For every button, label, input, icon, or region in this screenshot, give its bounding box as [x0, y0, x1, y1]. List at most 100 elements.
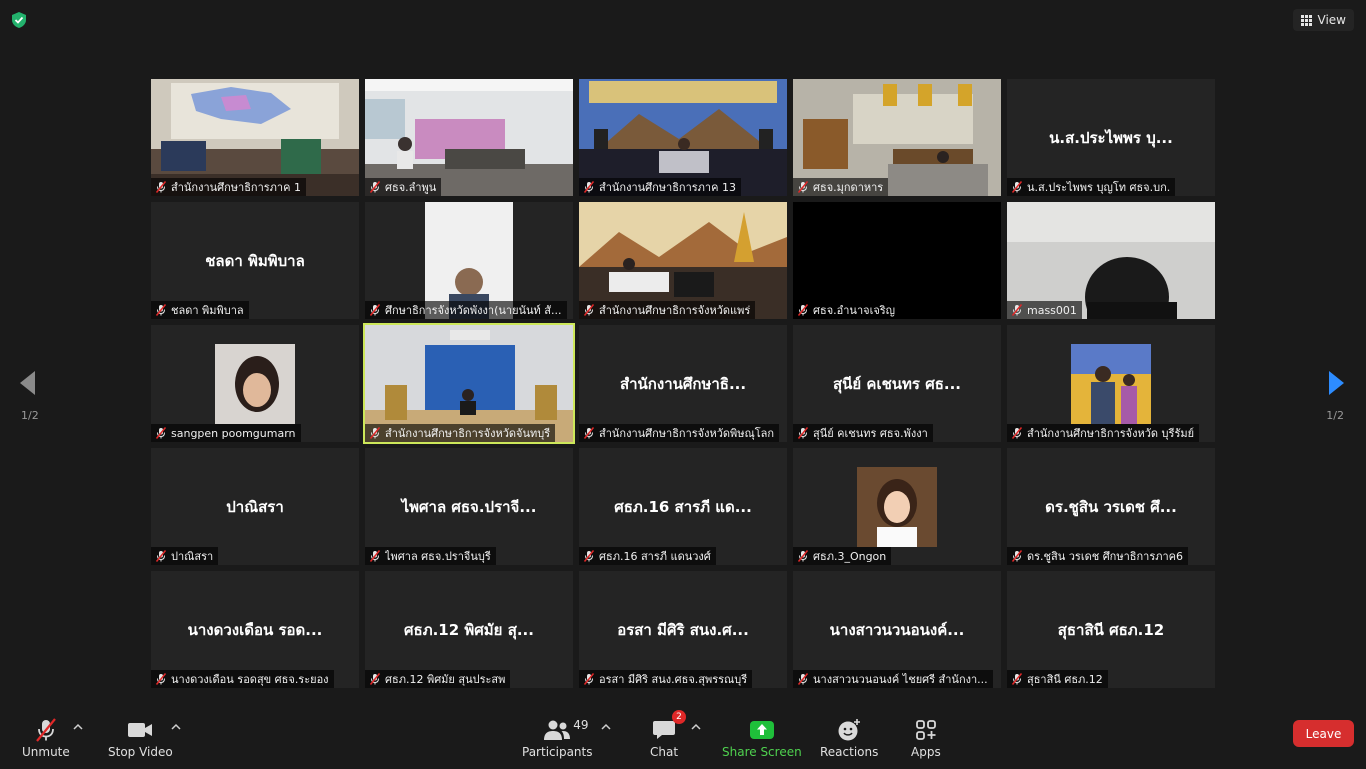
caret-up-icon[interactable] [170, 721, 182, 733]
mic-muted-icon [1011, 550, 1023, 562]
caret-up-icon[interactable] [690, 721, 702, 733]
participant-name-label: ศธภ.16 สารภี แดนวงศ์ [579, 547, 716, 565]
participant-tile[interactable]: ดร.ชูสิน วรเดช ศึ... ดร.ชูสิน วรเดช ศึกษา… [1007, 448, 1215, 565]
participant-name-label: ศธจ.อำนาจเจริญ [793, 301, 901, 319]
caret-up-icon[interactable] [600, 721, 612, 733]
participant-tile[interactable]: นางดวงเดือน รอด... นางดวงเดือน รอดสุข ศธจ… [151, 571, 359, 688]
participant-tile[interactable]: ศึกษาธิการจังหวัดพังงา(นายนันท์ สั... [365, 202, 573, 319]
participant-tile[interactable]: ศธจ.อำนาจเจริญ [793, 202, 1001, 319]
mic-muted-icon [369, 673, 381, 685]
participant-tile[interactable]: sangpen poomgumarn [151, 325, 359, 442]
participant-tile[interactable]: mass001 [1007, 202, 1215, 319]
mic-muted-icon [369, 427, 381, 439]
participant-tile[interactable]: ศธจ.มุกดาหาร [793, 79, 1001, 196]
share-screen-label: Share Screen [722, 745, 802, 759]
participant-name-label: นางดวงเดือน รอดสุข ศธจ.ระยอง [151, 670, 334, 688]
chat-button[interactable]: 2 Chat [650, 710, 687, 759]
mic-muted-icon [1011, 673, 1023, 685]
participant-display-name: ปาณิสรา [226, 497, 284, 516]
participant-name-label: ไพศาล ศธจ.ปราจีนบุรี [365, 547, 496, 565]
caret-up-icon[interactable] [72, 721, 84, 733]
participant-name: สำนักงานศึกษาธิการภาค 13 [599, 181, 736, 194]
participant-name-label: ศธจ.ลำพูน [365, 178, 442, 196]
chevron-left-icon[interactable] [16, 368, 46, 398]
participant-name: สุธาสินี ศธภ.12 [1027, 673, 1103, 686]
participant-name: นางดวงเดือน รอดสุข ศธจ.ระยอง [171, 673, 329, 686]
participant-name: sangpen poomgumarn [171, 426, 296, 440]
chat-icon [653, 721, 676, 739]
participant-name-label: สำนักงานศึกษาธิการจังหวัดพิษณุโลก [579, 424, 780, 442]
participant-tile[interactable]: สำนักงานศึกษาธิ... สำนักงานศึกษาธิการจังห… [579, 325, 787, 442]
participants-button[interactable]: 49 Participants [522, 717, 593, 759]
participant-name: ศึกษาธิการจังหวัดพังงา(นายนันท์ สั... [385, 304, 562, 317]
page-indicator-right: 1/2 [1326, 409, 1344, 422]
chevron-right-icon[interactable] [1318, 368, 1348, 398]
leave-button[interactable]: Leave [1293, 720, 1354, 747]
participant-display-name: ศธภ.12 พิศมัย สุ... [404, 620, 534, 639]
reactions-label: Reactions [820, 745, 879, 759]
participant-tile[interactable]: สำนักงานศึกษาธิการจังหวัดจันทบุรี [363, 323, 575, 444]
participant-name: สำนักงานศึกษาธิการจังหวัดพิษณุโลก [599, 427, 775, 440]
mic-muted-icon [369, 181, 381, 193]
participant-name: สุนีย์ คเชนทร ศธจ.พังงา [813, 427, 928, 440]
participant-tile[interactable]: น.ส.ประไพพร บุ... น.ส.ประไพพร บุญโท ศธจ.บ… [1007, 79, 1215, 196]
chat-label: Chat [650, 745, 679, 759]
participant-name: ชลดา พิมพิบาล [171, 304, 244, 317]
mic-muted-icon [155, 181, 167, 193]
apps-button[interactable]: Apps [911, 717, 941, 759]
mic-muted-icon [155, 304, 167, 316]
participant-tile[interactable]: สำนักงานศึกษาธิการภาค 13 [579, 79, 787, 196]
mic-muted-icon [369, 550, 381, 562]
mic-muted-icon [369, 304, 381, 316]
participant-name: ศธภ.12 พิศมัย สุนประสพ [385, 673, 506, 686]
participant-name: น.ส.ประไพพร บุญโท ศธจ.บก. [1027, 181, 1171, 194]
participant-name-label: สำนักงานศึกษาธิการจังหวัด บุรีรัมย์ [1007, 424, 1200, 442]
participant-name-label: ศธภ.3_Ongon [793, 547, 892, 565]
reactions-icon [838, 719, 861, 741]
participant-tile[interactable]: ศธภ.3_Ongon [793, 448, 1001, 565]
share-icon [749, 721, 774, 739]
participant-name: ศธภ.16 สารภี แดนวงศ์ [599, 550, 711, 563]
participant-tile[interactable]: ชลดา พิมพิบาล ชลดา พิมพิบาล [151, 202, 359, 319]
participant-display-name: ดร.ชูสิน วรเดช ศึ... [1045, 497, 1177, 516]
shield-icon[interactable] [10, 11, 28, 29]
participant-tile[interactable]: นางสาวนวนอนงค์... นางสาวนวนอนงค์ ไชยศรี ส… [793, 571, 1001, 688]
participant-tile[interactable]: สำนักงานศึกษาธิการจังหวัดแพร่ [579, 202, 787, 319]
participant-display-name: ศธภ.16 สารภี แด... [614, 497, 752, 516]
mic-muted-icon [797, 181, 809, 193]
participant-name-label: นางสาวนวนอนงค์ ไชยศรี สำนักงา... [793, 670, 993, 688]
participant-tile[interactable]: ปาณิสรา ปาณิสรา [151, 448, 359, 565]
participant-display-name: ไพศาล ศธจ.ปราจี... [401, 497, 537, 516]
page-indicator-left: 1/2 [21, 409, 39, 422]
participants-icon [544, 720, 571, 740]
participant-name: ปาณิสรา [171, 550, 214, 563]
participant-display-name: นางดวงเดือน รอด... [187, 620, 323, 639]
camera-icon [128, 723, 153, 737]
participant-name: สำนักงานศึกษาธิการจังหวัด บุรีรัมย์ [1027, 427, 1195, 440]
unmute-button[interactable]: Unmute [22, 717, 70, 759]
participant-display-name: อรสา มีศิริ สนง.ศ... [617, 620, 749, 639]
participant-tile[interactable]: ไพศาล ศธจ.ปราจี... ไพศาล ศธจ.ปราจีนบุรี [365, 448, 573, 565]
video-gallery: สำนักงานศึกษาธิการภาค 1 ศธจ.ลำพูน สำนักงาน… [151, 79, 1215, 688]
participants-count: 49 [573, 718, 589, 732]
participant-tile[interactable]: สำนักงานศึกษาธิการภาค 1 [151, 79, 359, 196]
participant-tile[interactable]: สุนีย์ คเชนทร ศธ... สุนีย์ คเชนทร ศธจ.พัง… [793, 325, 1001, 442]
participant-name: ไพศาล ศธจ.ปราจีนบุรี [385, 550, 491, 563]
participant-tile[interactable]: สำนักงานศึกษาธิการจังหวัด บุรีรัมย์ [1007, 325, 1215, 442]
mic-muted-icon [797, 673, 809, 685]
participant-display-name: ชลดา พิมพิบาล [205, 251, 305, 270]
participant-name-label: ศธภ.12 พิศมัย สุนประสพ [365, 670, 511, 688]
reactions-button[interactable]: Reactions [820, 717, 878, 759]
mic-muted-icon [155, 427, 167, 439]
participant-tile[interactable]: สุธาสินี ศธภ.12 สุธาสินี ศธภ.12 [1007, 571, 1215, 688]
participant-tile[interactable]: ศธภ.16 สารภี แด... ศธภ.16 สารภี แดนวงศ์ [579, 448, 787, 565]
participant-tile[interactable]: ศธภ.12 พิศมัย สุ... ศธภ.12 พิศมัย สุนประส… [365, 571, 573, 688]
view-label: View [1317, 13, 1346, 27]
participant-tile[interactable]: ศธจ.ลำพูน [365, 79, 573, 196]
share-screen-button[interactable]: Share Screen [722, 717, 802, 759]
participant-tile[interactable]: อรสา มีศิริ สนง.ศ... อรสา มีศิริ สนง.ศธจ.… [579, 571, 787, 688]
participant-name: ศธจ.ลำพูน [385, 181, 437, 194]
mic-muted-icon [797, 550, 809, 562]
stop-video-button[interactable]: Stop Video [108, 717, 173, 759]
view-button[interactable]: View [1292, 9, 1354, 31]
